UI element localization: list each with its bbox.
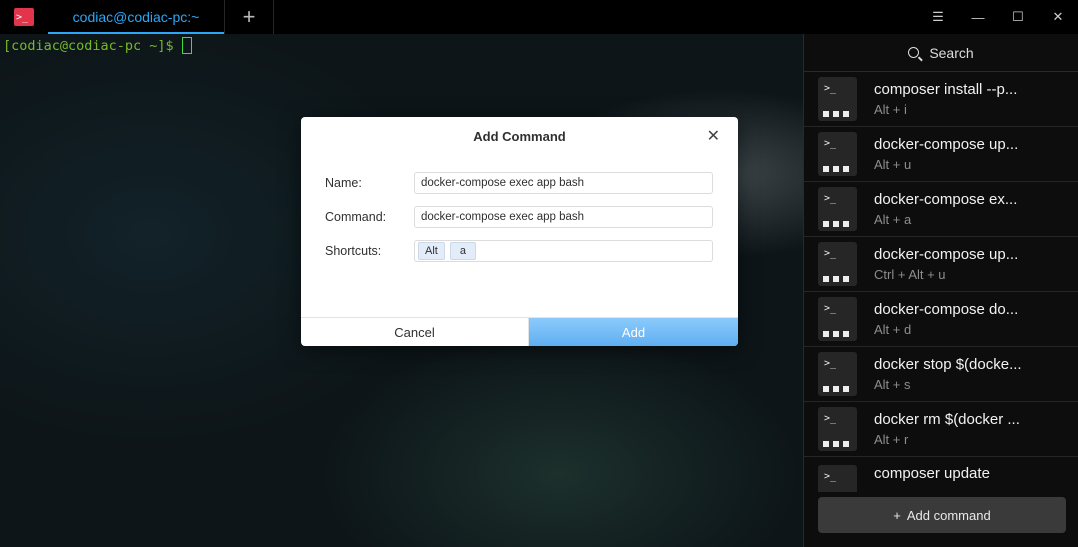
search-label: Search <box>929 44 974 61</box>
command-label: Command: <box>325 210 387 224</box>
plus-icon: + <box>893 507 901 523</box>
close-window-button[interactable]: ✕ <box>1038 0 1078 34</box>
terminal-logo-icon: >_ <box>14 8 34 26</box>
prompt-glyph: >_ <box>824 413 837 424</box>
tab-terminal[interactable]: codiac@codiac-pc:~ <box>48 0 225 34</box>
terminal-command-icon: >_ <box>818 187 857 231</box>
command-shortcut: Alt + r <box>874 432 909 447</box>
menu-button[interactable]: ☰ <box>918 0 958 34</box>
shortcuts-row: Shortcuts: Alt a <box>325 239 714 263</box>
name-row: Name: docker-compose exec app bash <box>325 171 714 195</box>
list-item[interactable]: >_ docker-compose do... Alt + d <box>804 292 1078 347</box>
tab-title: codiac@codiac-pc:~ <box>72 9 200 25</box>
new-tab-button[interactable]: + <box>225 0 274 34</box>
prompt-glyph: >_ <box>824 248 837 259</box>
command-shortcut: Alt + u <box>874 157 912 172</box>
command-name: docker-compose ex... <box>874 191 1018 208</box>
list-item[interactable]: >_ docker stop $(docke... Alt + s <box>804 347 1078 402</box>
search-icon <box>908 47 920 58</box>
command-name: docker-compose up... <box>874 136 1019 153</box>
command-shortcut: Ctrl + Alt + u <box>874 267 946 282</box>
list-item[interactable]: >_ composer update <box>804 457 1078 492</box>
minimize-button[interactable]: — <box>958 0 998 34</box>
dialog-buttons: Cancel Add <box>301 317 738 346</box>
command-shortcut: Alt + s <box>874 377 911 392</box>
command-shortcut: Alt + i <box>874 102 907 117</box>
command-name: composer install --p... <box>874 81 1018 98</box>
prompt-glyph: >_ <box>824 83 837 94</box>
terminal-command-icon: >_ <box>818 77 857 121</box>
commands-panel: Search >_ composer install --p... Alt + … <box>803 34 1078 547</box>
command-input[interactable]: docker-compose exec app bash <box>414 206 713 228</box>
prompt-glyph: >_ <box>824 303 837 314</box>
cancel-button[interactable]: Cancel <box>301 318 529 346</box>
list-item[interactable]: >_ docker rm $(docker ... Alt + r <box>804 402 1078 457</box>
title-bar: >_ codiac@codiac-pc:~ + ☰ — ☐ ✕ <box>0 0 1078 34</box>
shortcut-key-chip: a <box>449 242 476 260</box>
command-list: >_ composer install --p... Alt + i >_ do… <box>804 72 1078 492</box>
terminal-command-icon: >_ <box>818 352 857 396</box>
terminal-command-icon: >_ <box>818 242 857 286</box>
window-controls: ☰ — ☐ ✕ <box>918 0 1078 34</box>
name-input[interactable]: docker-compose exec app bash <box>414 172 713 194</box>
command-name: docker-compose up... <box>874 246 1019 263</box>
list-item[interactable]: >_ docker-compose up... Alt + u <box>804 127 1078 182</box>
search-box[interactable]: Search <box>804 34 1078 72</box>
dialog-title: Add Command <box>473 129 566 144</box>
app-logo[interactable]: >_ <box>0 0 48 34</box>
command-row: Command: docker-compose exec app bash <box>325 205 714 229</box>
add-command-button[interactable]: + Add command <box>818 497 1066 533</box>
command-name: docker stop $(docke... <box>874 356 1022 373</box>
add-command-dialog: Add Command ✕ Name: docker-compose exec … <box>301 117 738 346</box>
prompt-glyph: >_ <box>824 471 837 482</box>
shortcut-input[interactable]: Alt a <box>414 240 713 262</box>
prompt-glyph: >_ <box>824 193 837 204</box>
maximize-icon: ☐ <box>1012 9 1024 24</box>
close-icon: ✕ <box>1052 9 1064 24</box>
list-item[interactable]: >_ docker-compose up... Ctrl + Alt + u <box>804 237 1078 292</box>
prompt-glyph: >_ <box>824 138 837 149</box>
minimize-icon: — <box>971 9 985 25</box>
close-icon: ✕ <box>706 128 720 145</box>
maximize-button[interactable]: ☐ <box>998 0 1038 34</box>
terminal-command-icon: >_ <box>818 132 857 176</box>
terminal-command-icon: >_ <box>818 297 857 341</box>
terminal-cursor <box>181 37 192 54</box>
terminal-prompt: [codiac@codiac-pc ~]$ <box>3 37 192 54</box>
shortcut-key-chip: Alt <box>418 242 445 260</box>
prompt-text: [codiac@codiac-pc ~]$ <box>3 37 174 54</box>
terminal-command-icon: >_ <box>818 465 857 492</box>
command-shortcut: Alt + a <box>874 212 912 227</box>
list-item[interactable]: >_ docker-compose ex... Alt + a <box>804 182 1078 237</box>
add-command-label: Add command <box>906 507 991 523</box>
shortcuts-label: Shortcuts: <box>325 244 382 258</box>
command-shortcut: Alt + d <box>874 322 912 337</box>
plus-icon: + <box>242 4 256 29</box>
command-name: docker-compose do... <box>874 301 1019 318</box>
command-name: composer update <box>874 465 990 482</box>
list-item[interactable]: >_ composer install --p... Alt + i <box>804 72 1078 127</box>
dialog-close-button[interactable]: ✕ <box>707 126 720 146</box>
add-button[interactable]: Add <box>529 318 738 346</box>
terminal-command-icon: >_ <box>818 407 857 451</box>
hamburger-icon: ☰ <box>932 9 944 24</box>
name-label: Name: <box>325 176 362 190</box>
prompt-glyph: >_ <box>824 358 837 369</box>
command-name: docker rm $(docker ... <box>874 411 1020 428</box>
